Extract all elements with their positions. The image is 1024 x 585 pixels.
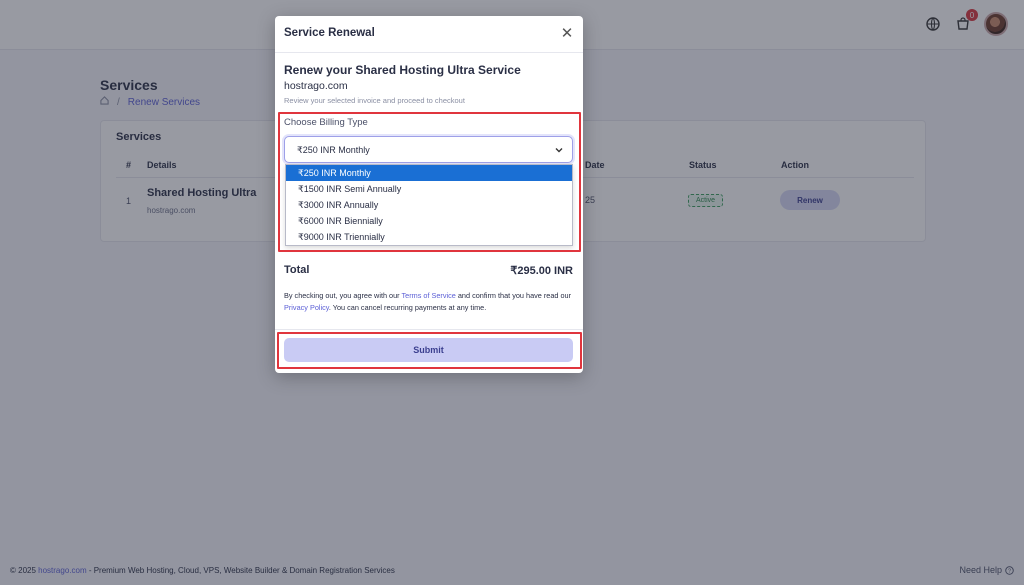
terms-part-1: By checking out, you agree with our	[284, 291, 402, 300]
total-label: Total	[284, 264, 310, 276]
modal-title: Service Renewal	[284, 27, 375, 39]
renew-domain: hostrago.com	[284, 80, 348, 92]
modal-header: Service Renewal ✕	[275, 16, 583, 53]
highlight-submit-box	[277, 332, 582, 369]
terms-of-service-link[interactable]: Terms of Service	[402, 291, 456, 300]
terms-part-2: and confirm that you have read our	[455, 291, 572, 300]
highlight-billing-box	[278, 112, 581, 252]
close-icon[interactable]: ✕	[559, 26, 575, 42]
renew-subtitle: Review your selected invoice and proceed…	[284, 96, 465, 105]
terms-text: By checking out, you agree with our Term…	[284, 290, 576, 314]
privacy-policy-link[interactable]: Privacy Policy	[284, 303, 329, 312]
total-value: ₹295.00 INR	[510, 265, 573, 277]
renew-heading: Renew your Shared Hosting Ultra Service	[284, 63, 521, 77]
modal-footer-divider	[275, 329, 583, 330]
terms-part-3: . You can cancel recurring payments at a…	[328, 303, 487, 312]
